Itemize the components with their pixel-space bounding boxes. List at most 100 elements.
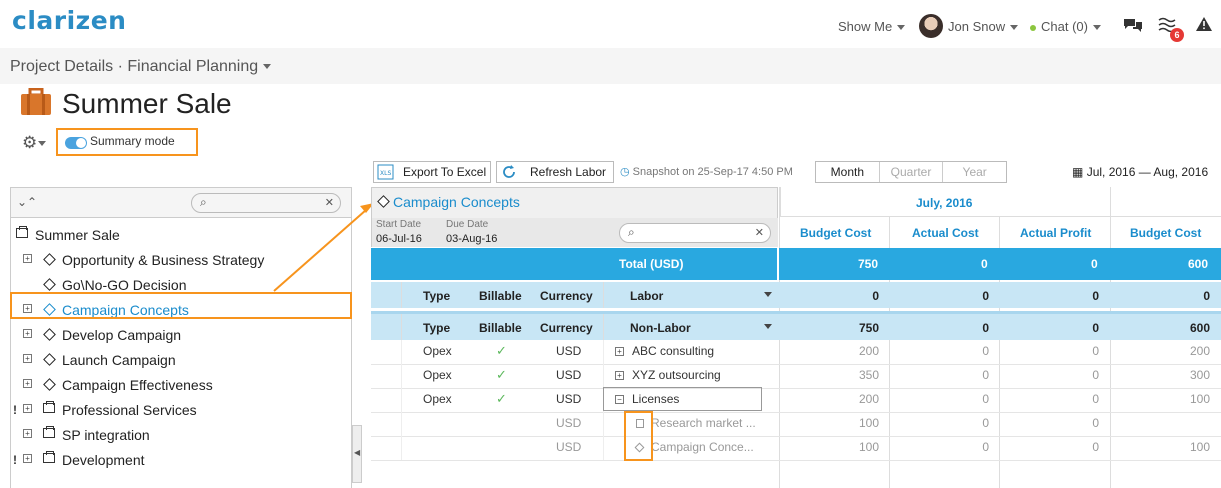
flag-icon: !: [13, 403, 17, 417]
col-budget-cost[interactable]: Budget Cost: [800, 226, 871, 240]
chevron-down-icon: [897, 25, 906, 31]
svg-text:XLS: XLS: [380, 170, 391, 177]
expand-icon[interactable]: +: [23, 454, 32, 463]
due-date-label: Due Date: [446, 219, 489, 230]
callout-arrow: [273, 203, 374, 292]
chevron-down-icon[interactable]: [764, 324, 772, 329]
col-actual-profit[interactable]: Actual Profit: [1020, 226, 1091, 240]
panel-resize-handle[interactable]: ◀: [352, 425, 362, 483]
expand-icon[interactable]: +: [23, 379, 32, 388]
total-label: Total (USD): [619, 257, 684, 271]
flag-icon: !: [13, 453, 17, 467]
due-date-value: 03-Aug-16: [446, 233, 498, 245]
date-range-picker[interactable]: ▦ Jul, 2016 — Aug, 2016: [1072, 165, 1208, 179]
date-range-label: Jul, 2016 — Aug, 2016: [1086, 165, 1209, 179]
subheader-type: Type: [423, 289, 451, 303]
expand-icon[interactable]: +: [23, 354, 32, 363]
breadcrumb-label: Project Details · Financial Planning: [10, 58, 259, 75]
expand-icon[interactable]: +: [23, 404, 32, 413]
total-actual-profit: 0: [1091, 257, 1098, 271]
show-me-menu[interactable]: Show Me: [838, 19, 906, 34]
chevron-down-icon[interactable]: [764, 292, 772, 297]
period-month[interactable]: Month: [816, 162, 879, 182]
period-quarter[interactable]: Quarter: [878, 162, 943, 182]
expand-icon[interactable]: +: [23, 254, 32, 263]
period-year[interactable]: Year: [942, 162, 1006, 182]
search-icon: ⌕: [200, 195, 207, 209]
row-currency: USD: [556, 344, 582, 358]
project-folder-icon: [43, 401, 55, 413]
avatar[interactable]: [919, 14, 943, 38]
detail-title[interactable]: Campaign Concepts: [393, 194, 520, 210]
row-value: 0: [1092, 368, 1099, 382]
row-value: 100: [1189, 440, 1210, 454]
tree-item-label: Campaign Effectiveness: [62, 377, 213, 393]
subheader-billable: Billable: [479, 321, 522, 335]
col-budget-cost-2[interactable]: Budget Cost: [1130, 226, 1201, 240]
snapshot-info: ◷ Snapshot on 25-Sep-17 4:50 PM: [620, 165, 793, 178]
group-value: 0: [1203, 289, 1210, 303]
clarizen-logo[interactable]: clarizen: [12, 6, 126, 35]
warning-icon[interactable]: [1195, 16, 1213, 32]
start-date-label: Start Date: [376, 219, 422, 230]
row-currency: USD: [556, 368, 582, 382]
selected-cell-outline: [603, 387, 762, 411]
settings-gear-icon[interactable]: ⚙: [22, 133, 48, 152]
refresh-labor-button[interactable]: Refresh Labor: [496, 161, 614, 183]
row-type: Opex: [423, 368, 452, 382]
notification-badge: 6: [1170, 28, 1184, 42]
toggle-switch[interactable]: [65, 137, 87, 149]
chat-label: Chat (0): [1041, 19, 1088, 34]
tree-item[interactable]: ! + Development: [11, 447, 351, 472]
row-type: Opex: [423, 344, 452, 358]
tree-item[interactable]: + Develop Campaign: [11, 322, 351, 347]
row-currency: USD: [556, 440, 582, 454]
top-bar: clarizen Show Me Jon Snow Chat (0) 6: [0, 0, 1221, 48]
export-label: Export To Excel: [403, 165, 487, 179]
collapse-all-icon[interactable]: ⌄⌃: [17, 195, 37, 209]
summary-mode-toggle[interactable]: Summary mode: [56, 128, 198, 156]
row-value: 0: [982, 344, 989, 358]
row-name[interactable]: ABC consulting: [632, 344, 714, 358]
export-excel-button[interactable]: XLS Export To Excel: [373, 161, 491, 183]
row-value: 200: [858, 392, 879, 406]
expand-icon[interactable]: +: [23, 429, 32, 438]
grid-search-input[interactable]: ⌕ ✕: [619, 223, 771, 243]
user-menu[interactable]: Jon Snow: [948, 19, 1019, 34]
expand-icon[interactable]: +: [615, 347, 624, 356]
summary-mode-label: Summary mode: [90, 134, 175, 148]
row-type: Opex: [423, 392, 452, 406]
chat-menu[interactable]: Chat (0): [1030, 19, 1101, 34]
project-folder-icon: [43, 426, 55, 438]
col-actual-cost[interactable]: Actual Cost: [912, 226, 979, 240]
row-name[interactable]: Research market ...: [651, 416, 756, 430]
project-folder-icon: [16, 226, 28, 238]
snapshot-text: Snapshot on 25-Sep-17 4:50 PM: [632, 166, 793, 178]
page-title: Summer Sale: [62, 88, 232, 119]
excel-icon: XLS: [377, 164, 394, 180]
expand-icon[interactable]: +: [23, 329, 32, 338]
tree-item-label: Go\No-GO Decision: [62, 277, 187, 293]
chevron-down-icon: [38, 141, 47, 147]
row-value: 0: [982, 368, 989, 382]
group-value: 600: [1189, 321, 1210, 335]
clock-icon: ◷: [620, 166, 630, 178]
milestone-icon: [43, 253, 56, 266]
period-selector[interactable]: Month Quarter Year: [815, 161, 1007, 183]
tree-item[interactable]: + SP integration: [11, 422, 351, 447]
row-name[interactable]: XYZ outsourcing: [632, 368, 721, 382]
tree-item[interactable]: ! + Professional Services: [11, 397, 351, 422]
row-value: 0: [1092, 392, 1099, 406]
milestone-icon: [43, 328, 56, 341]
total-actual-cost: 0: [981, 257, 988, 271]
row-name[interactable]: Campaign Conce...: [651, 440, 754, 454]
selected-highlight: [10, 292, 352, 319]
chat-bubbles-icon[interactable]: [1123, 17, 1143, 33]
clear-icon[interactable]: ✕: [755, 226, 764, 239]
total-budget: 750: [858, 257, 879, 271]
expand-icon[interactable]: +: [615, 371, 624, 380]
tree-item[interactable]: + Campaign Effectiveness: [11, 372, 351, 397]
breadcrumb[interactable]: Project Details · Financial Planning: [10, 58, 272, 76]
tree-item[interactable]: + Launch Campaign: [11, 347, 351, 372]
row-currency: USD: [556, 416, 582, 430]
